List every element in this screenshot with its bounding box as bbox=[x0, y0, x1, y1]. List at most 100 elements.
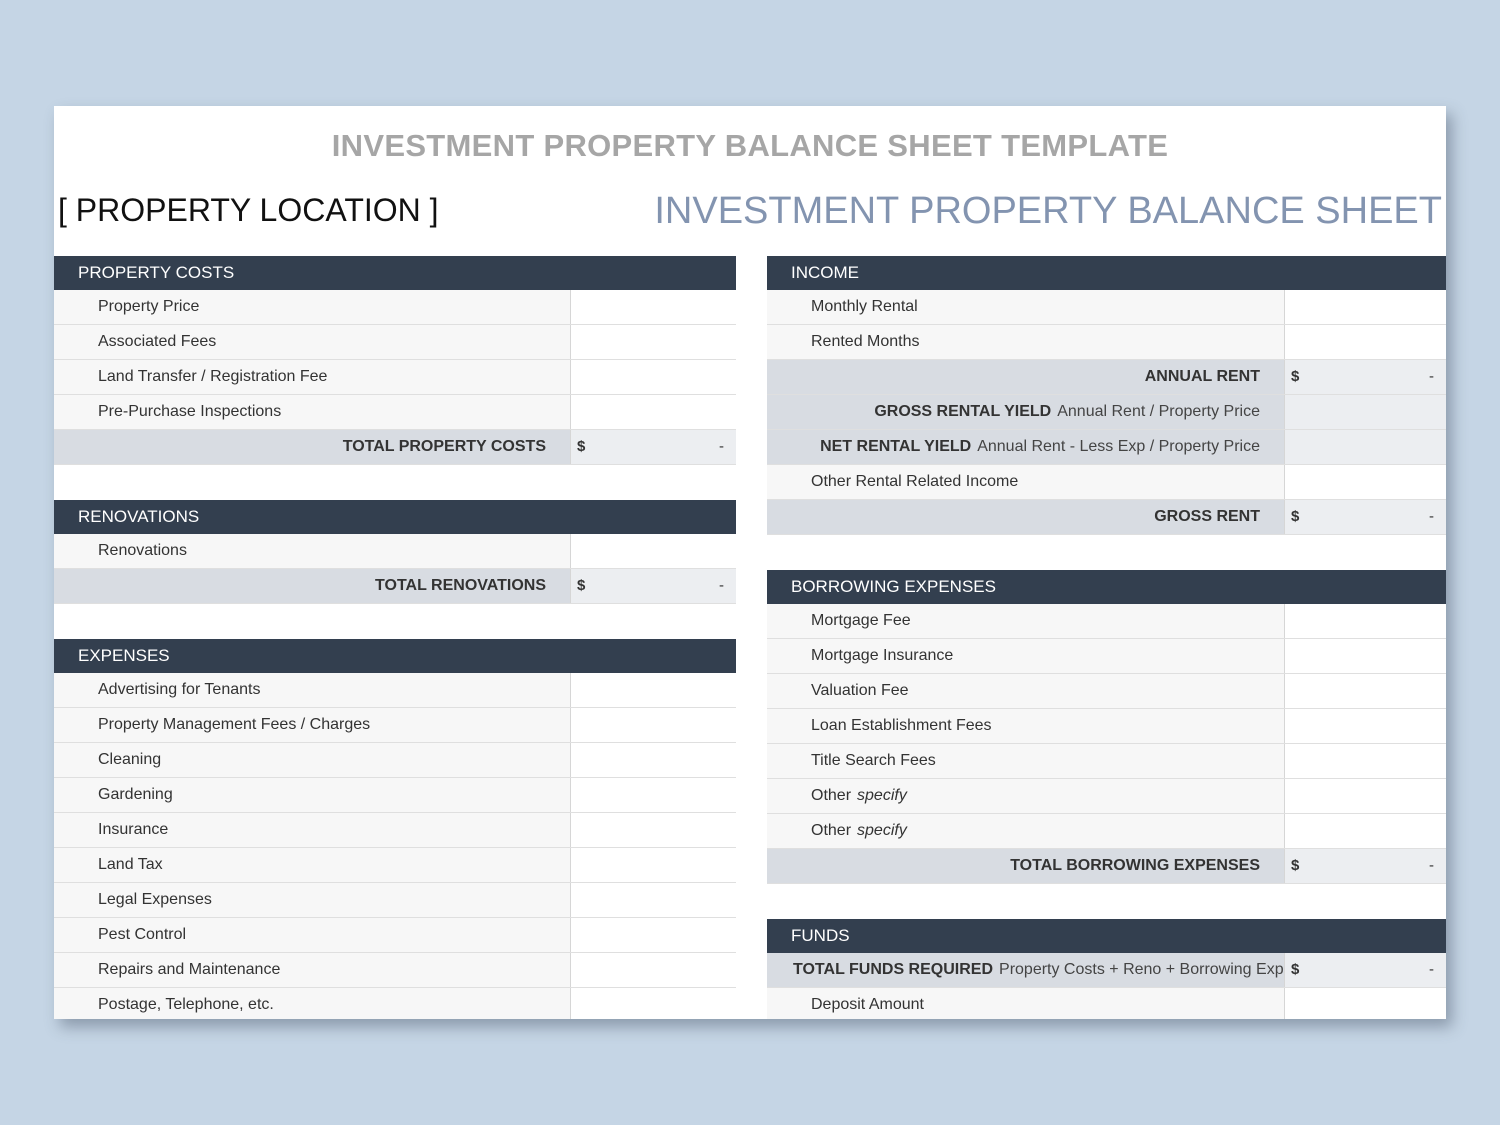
value-cell[interactable] bbox=[571, 778, 736, 812]
table-row[interactable]: Legal Expenses bbox=[54, 883, 736, 918]
property-costs-header: PROPERTY COSTS bbox=[54, 256, 736, 290]
total-funds-row: TOTAL FUNDS REQUIRED Property Costs + Ren… bbox=[767, 953, 1446, 988]
table-row[interactable]: Pre-Purchase Inspections bbox=[54, 395, 736, 430]
total-value-cell[interactable]: $ - bbox=[1285, 360, 1446, 394]
expenses-section: EXPENSES Advertising for Tenants Propert… bbox=[54, 639, 736, 1019]
row-label: Loan Establishment Fees bbox=[767, 709, 1285, 743]
renovations-section: RENOVATIONS Renovations TOTAL RENOVATION… bbox=[54, 500, 736, 604]
gross-rental-yield-row: GROSS RENTAL YIELD Annual Rent / Property… bbox=[767, 395, 1446, 430]
value-cell[interactable] bbox=[1285, 325, 1446, 359]
value-cell[interactable] bbox=[571, 534, 736, 568]
value-cell[interactable] bbox=[571, 325, 736, 359]
value-cell[interactable] bbox=[1285, 604, 1446, 638]
total-value-cell[interactable]: $ - bbox=[571, 569, 736, 603]
renovations-header: RENOVATIONS bbox=[54, 500, 736, 534]
value-cell[interactable] bbox=[1285, 779, 1446, 813]
property-costs-section: PROPERTY COSTS Property Price Associated… bbox=[54, 256, 736, 465]
table-row[interactable]: Valuation Fee bbox=[767, 674, 1446, 709]
value-cell[interactable] bbox=[1285, 674, 1446, 708]
table-row[interactable]: Repairs and Maintenance bbox=[54, 953, 736, 988]
value-cell[interactable] bbox=[571, 708, 736, 742]
table-row[interactable]: Property Price bbox=[54, 290, 736, 325]
total-value-cell[interactable] bbox=[1285, 395, 1446, 429]
table-row[interactable]: Advertising for Tenants bbox=[54, 673, 736, 708]
table-row[interactable]: Loan Establishment Fees bbox=[767, 709, 1446, 744]
other-label: Other bbox=[811, 787, 852, 804]
value-cell[interactable] bbox=[571, 360, 736, 394]
table-row[interactable]: Other specify bbox=[767, 779, 1446, 814]
total-label: TOTAL PROPERTY COSTS bbox=[54, 430, 571, 464]
table-row[interactable]: Deposit Amount bbox=[767, 988, 1446, 1019]
table-row[interactable]: Associated Fees bbox=[54, 325, 736, 360]
table-row[interactable]: Postage, Telephone, etc. bbox=[54, 988, 736, 1019]
row-label: Insurance bbox=[54, 813, 571, 847]
table-row[interactable]: Land Transfer / Registration Fee bbox=[54, 360, 736, 395]
table-row[interactable]: Pest Control bbox=[54, 918, 736, 953]
value-cell[interactable] bbox=[1285, 814, 1446, 848]
value-cell[interactable] bbox=[1285, 709, 1446, 743]
total-label: TOTAL FUNDS REQUIRED Property Costs + Ren… bbox=[767, 953, 1285, 987]
row-label: Postage, Telephone, etc. bbox=[54, 988, 571, 1019]
property-location[interactable]: [ PROPERTY LOCATION ] bbox=[58, 192, 439, 229]
total-value-cell[interactable]: $ - bbox=[1285, 849, 1446, 883]
total-funds-note: Property Costs + Reno + Borrowing Exp bbox=[999, 961, 1284, 978]
table-row[interactable]: Land Tax bbox=[54, 848, 736, 883]
table-row[interactable]: Other Rental Related Income bbox=[767, 465, 1446, 500]
row-label: Deposit Amount bbox=[767, 988, 1285, 1019]
table-row[interactable]: Monthly Rental bbox=[767, 290, 1446, 325]
value-cell[interactable] bbox=[1285, 290, 1446, 324]
value-cell[interactable] bbox=[571, 988, 736, 1019]
value-cell[interactable] bbox=[571, 883, 736, 917]
net-yield-note: Annual Rent - Less Exp / Property Price bbox=[977, 438, 1260, 455]
row-label: Property Price bbox=[54, 290, 571, 324]
value-cell[interactable] bbox=[571, 673, 736, 707]
value-cell[interactable] bbox=[1285, 744, 1446, 778]
table-row[interactable]: Renovations bbox=[54, 534, 736, 569]
row-label: Gardening bbox=[54, 778, 571, 812]
value-cell[interactable] bbox=[1285, 639, 1446, 673]
currency-symbol: $ bbox=[577, 438, 586, 455]
value-cell[interactable] bbox=[571, 953, 736, 987]
table-row[interactable]: Other specify bbox=[767, 814, 1446, 849]
value-cell[interactable] bbox=[571, 395, 736, 429]
currency-symbol: $ bbox=[1291, 961, 1300, 978]
total-value: - bbox=[719, 438, 724, 455]
value-cell[interactable] bbox=[571, 918, 736, 952]
total-value-cell[interactable] bbox=[1285, 430, 1446, 464]
income-section: INCOME Monthly Rental Rented Months ANNU… bbox=[767, 256, 1446, 535]
total-renovations-row: TOTAL RENOVATIONS $ - bbox=[54, 569, 736, 604]
value-cell[interactable] bbox=[571, 743, 736, 777]
annual-rent-row: ANNUAL RENT $ - bbox=[767, 360, 1446, 395]
row-label: Monthly Rental bbox=[767, 290, 1285, 324]
value-cell[interactable] bbox=[571, 848, 736, 882]
net-rental-yield-row: NET RENTAL YIELD Annual Rent - Less Exp /… bbox=[767, 430, 1446, 465]
total-value-cell[interactable]: $ - bbox=[1285, 500, 1446, 534]
total-label: TOTAL BORROWING EXPENSES bbox=[767, 849, 1285, 883]
row-label: Title Search Fees bbox=[767, 744, 1285, 778]
table-row[interactable]: Title Search Fees bbox=[767, 744, 1446, 779]
row-label: Pest Control bbox=[54, 918, 571, 952]
value-cell[interactable] bbox=[571, 813, 736, 847]
value-cell[interactable] bbox=[571, 290, 736, 324]
table-row[interactable]: Cleaning bbox=[54, 743, 736, 778]
row-label: Mortgage Fee bbox=[767, 604, 1285, 638]
specify-hint: specify bbox=[857, 787, 907, 804]
row-label: Valuation Fee bbox=[767, 674, 1285, 708]
currency-symbol: $ bbox=[577, 577, 586, 594]
row-label: Other specify bbox=[767, 779, 1285, 813]
total-value-cell[interactable]: $ - bbox=[571, 430, 736, 464]
table-row[interactable]: Rented Months bbox=[767, 325, 1446, 360]
table-row[interactable]: Insurance bbox=[54, 813, 736, 848]
total-value-cell[interactable]: $ - bbox=[1285, 953, 1446, 987]
table-row[interactable]: Property Management Fees / Charges bbox=[54, 708, 736, 743]
currency-symbol: $ bbox=[1291, 368, 1300, 385]
table-row[interactable]: Gardening bbox=[54, 778, 736, 813]
value-cell[interactable] bbox=[1285, 465, 1446, 499]
value-cell[interactable] bbox=[1285, 988, 1446, 1019]
row-label: Other specify bbox=[767, 814, 1285, 848]
table-row[interactable]: Mortgage Fee bbox=[767, 604, 1446, 639]
other-label: Other bbox=[811, 822, 852, 839]
borrowing-expenses-section: BORROWING EXPENSES Mortgage Fee Mortgage… bbox=[767, 570, 1446, 884]
sheet-subtitle: INVESTMENT PROPERTY BALANCE SHEET bbox=[654, 190, 1442, 232]
table-row[interactable]: Mortgage Insurance bbox=[767, 639, 1446, 674]
